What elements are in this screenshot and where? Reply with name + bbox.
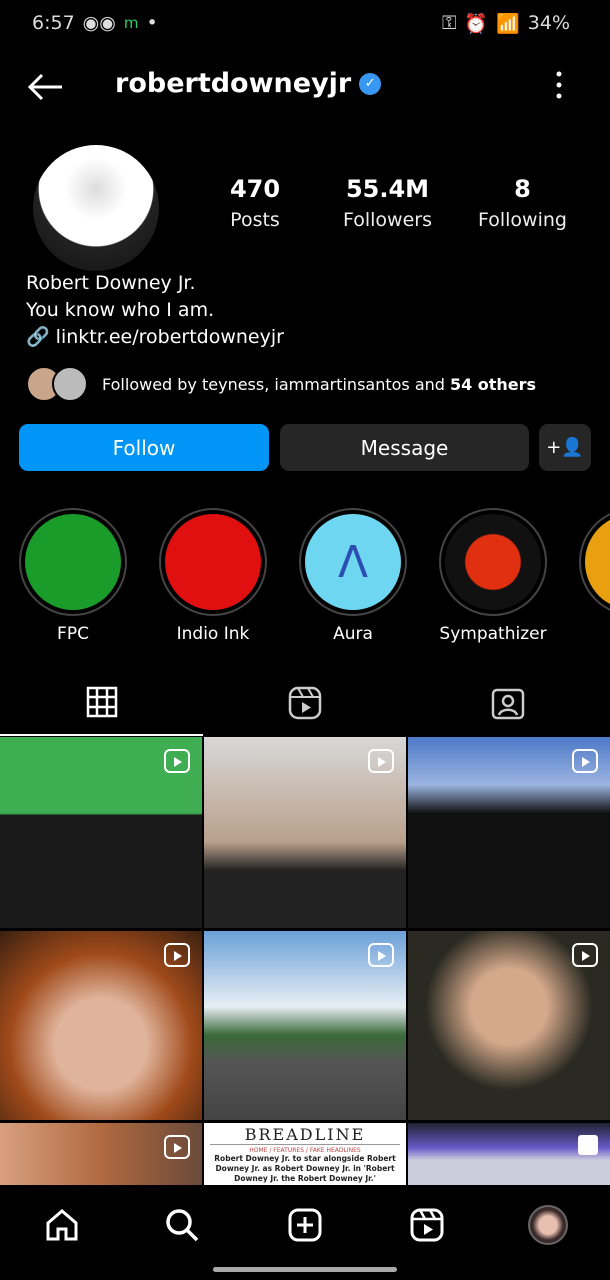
battery-level: 34% [527, 12, 570, 34]
profile-tabs [0, 670, 610, 736]
reel-icon [572, 943, 598, 967]
highlight-fpc[interactable]: FPC [19, 508, 127, 644]
alarm-icon: ⏰ [464, 12, 489, 35]
status-bar: 6:57 ◉◉ m • ⚿ ⏰ 📶 34% [32, 8, 570, 38]
highlight-indio-ink[interactable]: Indio Ink [159, 508, 267, 644]
highlight-aura[interactable]: Λ Aura [299, 508, 407, 644]
followed-by-text: Followed by teyness, iammartinsantos and [102, 374, 445, 394]
verified-badge-icon: ✓ [359, 72, 382, 95]
carousel-icon [578, 1135, 598, 1155]
grid-post[interactable] [204, 931, 406, 1120]
own-profile-avatar[interactable] [528, 1205, 568, 1245]
search-icon[interactable] [162, 1205, 202, 1245]
clock: 6:57 [32, 12, 75, 34]
highlight-more[interactable] [579, 508, 610, 616]
grid-post[interactable] [0, 931, 202, 1120]
create-post-icon[interactable] [285, 1205, 325, 1245]
breadline-nav: HOME / FEATURES / FAKE HEADLINES [249, 1147, 361, 1154]
highlight-sympathizer[interactable]: Sympathizer [439, 508, 547, 644]
tagged-icon [491, 688, 524, 720]
followers-count[interactable]: 55.4M Followers [335, 175, 440, 231]
tab-posts-grid[interactable] [0, 670, 203, 736]
dot-icon: • [146, 12, 158, 34]
wifi-signal-icon: 📶 [496, 12, 520, 35]
grid-icon [86, 686, 117, 718]
app-notification-icon: m [123, 14, 139, 32]
reels-icon [288, 686, 321, 720]
reel-icon [164, 943, 190, 967]
reel-icon [164, 749, 190, 773]
followed-by[interactable]: Followed by teyness, iammartinsantos and… [26, 366, 536, 402]
message-button[interactable]: Message [280, 424, 529, 471]
reels-nav-icon[interactable] [407, 1205, 447, 1245]
vpn-key-icon: ⚿ [441, 12, 457, 34]
reel-icon [368, 943, 394, 967]
grid-post[interactable] [0, 1123, 202, 1185]
reel-icon [368, 749, 394, 773]
home-icon[interactable] [42, 1205, 82, 1245]
bio-text: You know who I am. [26, 299, 215, 321]
followed-by-count: 54 others [449, 374, 537, 394]
home-gesture-bar[interactable] [213, 1267, 397, 1272]
username: robertdowneyjr [115, 68, 352, 99]
more-options-icon[interactable] [552, 70, 566, 100]
follower-avatar [52, 366, 88, 402]
suggest-user-icon[interactable]: +👤 [539, 424, 591, 471]
bottom-nav [0, 1185, 610, 1280]
profile-header: robertdowneyjr ✓ [0, 60, 610, 112]
grid-post-breadline[interactable]: BREADLINE HOME / FEATURES / FAKE HEADLIN… [204, 1123, 406, 1185]
grid-post[interactable] [408, 737, 610, 928]
messenger-icon: ◉◉ [82, 12, 116, 34]
follow-button[interactable]: Follow [19, 424, 269, 471]
bio: Robert Downey Jr. You know who I am. 🔗 li… [26, 270, 284, 351]
bio-link[interactable]: linktr.ee/robertdowneyjr [56, 324, 284, 351]
back-arrow-icon[interactable] [26, 72, 64, 102]
grid-post[interactable] [408, 931, 610, 1120]
link-icon: 🔗 [26, 326, 50, 348]
tab-reels[interactable] [203, 670, 406, 736]
reel-icon [164, 1135, 190, 1159]
breadline-title: BREADLINE [210, 1125, 400, 1145]
profile-avatar[interactable] [33, 145, 159, 271]
grid-post[interactable] [0, 737, 202, 928]
display-name: Robert Downey Jr. [26, 272, 196, 294]
tab-tagged[interactable] [406, 670, 609, 736]
reel-icon [572, 749, 598, 773]
following-count[interactable]: 8 Following [470, 175, 575, 231]
grid-post[interactable] [204, 737, 406, 928]
posts-count[interactable]: 470 Posts [215, 175, 295, 231]
breadline-headline: Robert Downey Jr. to star alongside Robe… [214, 1154, 396, 1183]
grid-post[interactable] [408, 1123, 610, 1185]
